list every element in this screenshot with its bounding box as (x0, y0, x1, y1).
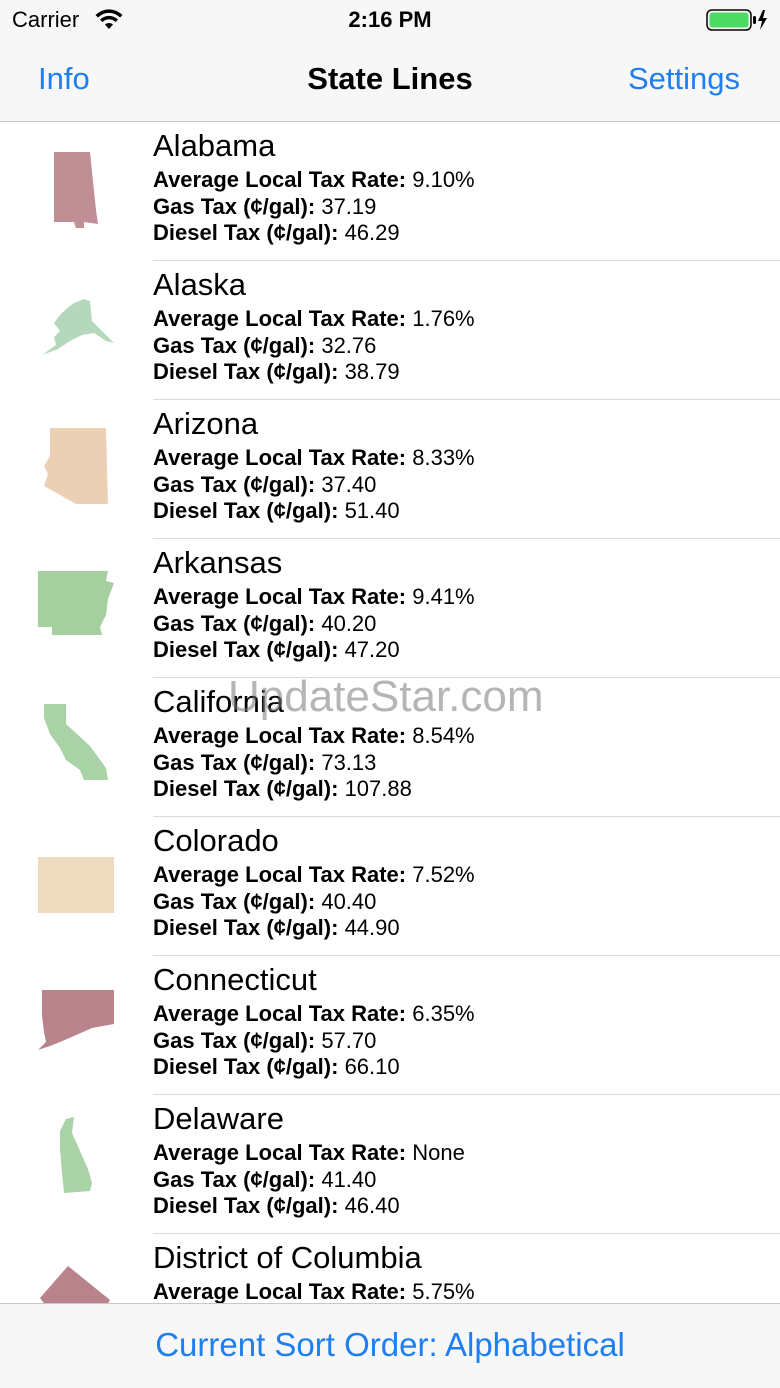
district-of-columbia-shape-icon (40, 1266, 110, 1303)
state-name: District of Columbia (153, 1240, 422, 1275)
state-row-arizona[interactable]: Arizona Average Local Tax Rate: 8.33% Ga… (0, 400, 780, 539)
avg-tax-label: Average Local Tax Rate: (153, 445, 407, 470)
gas-tax-value: 37.19 (321, 194, 377, 219)
state-row-arkansas[interactable]: Arkansas Average Local Tax Rate: 9.41% G… (0, 539, 780, 678)
diesel-tax-value: 46.40 (344, 1193, 400, 1218)
alabama-shape-icon (54, 152, 98, 228)
avg-tax-label: Average Local Tax Rate: (153, 862, 407, 887)
gas-tax-value: 41.40 (321, 1167, 377, 1192)
diesel-tax-label: Diesel Tax (¢/gal): (153, 1193, 339, 1218)
california-shape-icon (44, 704, 108, 780)
state-row-alaska[interactable]: Alaska Average Local Tax Rate: 1.76% Gas… (0, 261, 780, 400)
connecticut-shape-icon (38, 990, 114, 1050)
state-row-district-of-columbia[interactable]: District of Columbia Average Local Tax R… (0, 1234, 780, 1303)
diesel-tax-value: 46.29 (344, 220, 400, 245)
avg-tax-value: 6.35% (412, 1001, 475, 1026)
state-name: Colorado (153, 823, 279, 858)
navigation-bar: Info State Lines Settings (0, 40, 780, 122)
clock: 2:16 PM (348, 7, 432, 32)
state-name: Alaska (153, 267, 247, 302)
state-name: Arkansas (153, 545, 283, 580)
gas-tax-label: Gas Tax (¢/gal): (153, 611, 316, 636)
diesel-tax-label: Diesel Tax (¢/gal): (153, 220, 339, 245)
avg-tax-value: 8.54% (412, 723, 475, 748)
gas-tax-value: 40.20 (321, 611, 377, 636)
diesel-tax-label: Diesel Tax (¢/gal): (153, 359, 339, 384)
diesel-tax-label: Diesel Tax (¢/gal): (153, 915, 339, 940)
diesel-tax-value: 51.40 (344, 498, 400, 523)
gas-tax-value: 57.70 (321, 1028, 377, 1053)
delaware-shape-icon (60, 1117, 92, 1193)
state-name: Alabama (153, 128, 276, 163)
avg-tax-label: Average Local Tax Rate: (153, 306, 407, 331)
avg-tax-label: Average Local Tax Rate: (153, 167, 407, 192)
avg-tax-value: 9.41% (412, 584, 475, 609)
diesel-tax-value: 107.88 (344, 776, 412, 801)
avg-tax-value: 5.75% (412, 1279, 475, 1303)
state-row-alabama[interactable]: Alabama Average Local Tax Rate: 9.10% Ga… (0, 122, 780, 261)
state-row-connecticut[interactable]: Connecticut Average Local Tax Rate: 6.35… (0, 956, 780, 1095)
sort-order-button[interactable]: Current Sort Order: Alphabetical (0, 1326, 780, 1364)
avg-tax-value: None (412, 1140, 465, 1165)
avg-tax-value: 7.52% (412, 862, 475, 887)
gas-tax-label: Gas Tax (¢/gal): (153, 1167, 316, 1192)
state-row-california[interactable]: California Average Local Tax Rate: 8.54%… (0, 678, 780, 817)
gas-tax-label: Gas Tax (¢/gal): (153, 194, 316, 219)
avg-tax-label: Average Local Tax Rate: (153, 584, 407, 609)
arkansas-shape-icon (38, 571, 114, 635)
diesel-tax-label: Diesel Tax (¢/gal): (153, 776, 339, 801)
gas-tax-value: 32.76 (321, 333, 377, 358)
avg-tax-value: 1.76% (412, 306, 475, 331)
diesel-tax-value: 66.10 (344, 1054, 400, 1079)
state-row-colorado[interactable]: Colorado Average Local Tax Rate: 7.52% G… (0, 817, 780, 956)
gas-tax-label: Gas Tax (¢/gal): (153, 1028, 316, 1053)
avg-tax-label: Average Local Tax Rate: (153, 1279, 407, 1303)
avg-tax-label: Average Local Tax Rate: (153, 723, 407, 748)
diesel-tax-value: 38.79 (344, 359, 400, 384)
alaska-shape-icon (42, 299, 114, 355)
state-row-delaware[interactable]: Delaware Average Local Tax Rate: None Ga… (0, 1095, 780, 1234)
avg-tax-value: 9.10% (412, 167, 475, 192)
diesel-tax-label: Diesel Tax (¢/gal): (153, 1054, 339, 1079)
colorado-shape-icon (38, 857, 114, 913)
gas-tax-label: Gas Tax (¢/gal): (153, 472, 316, 497)
state-name: Arizona (153, 406, 259, 441)
gas-tax-label: Gas Tax (¢/gal): (153, 333, 316, 358)
avg-tax-value: 8.33% (412, 445, 475, 470)
gas-tax-label: Gas Tax (¢/gal): (153, 889, 316, 914)
status-bar: Carrier 2:16 PM (0, 0, 780, 40)
bottom-toolbar: Current Sort Order: Alphabetical (0, 1303, 780, 1388)
gas-tax-value: 73.13 (321, 750, 377, 775)
diesel-tax-label: Diesel Tax (¢/gal): (153, 498, 339, 523)
avg-tax-label: Average Local Tax Rate: (153, 1001, 407, 1026)
state-name: California (153, 684, 284, 719)
diesel-tax-label: Diesel Tax (¢/gal): (153, 637, 339, 662)
state-list[interactable]: Alabama Average Local Tax Rate: 9.10% Ga… (0, 122, 780, 1303)
gas-tax-label: Gas Tax (¢/gal): (153, 750, 316, 775)
state-name: Connecticut (153, 962, 317, 997)
arizona-shape-icon (44, 428, 108, 504)
diesel-tax-value: 47.20 (344, 637, 400, 662)
state-name: Delaware (153, 1101, 284, 1136)
avg-tax-label: Average Local Tax Rate: (153, 1140, 407, 1165)
diesel-tax-value: 44.90 (344, 915, 400, 940)
battery-icon (706, 8, 770, 37)
gas-tax-value: 40.40 (321, 889, 377, 914)
settings-button[interactable]: Settings (628, 61, 740, 97)
gas-tax-value: 37.40 (321, 472, 377, 497)
